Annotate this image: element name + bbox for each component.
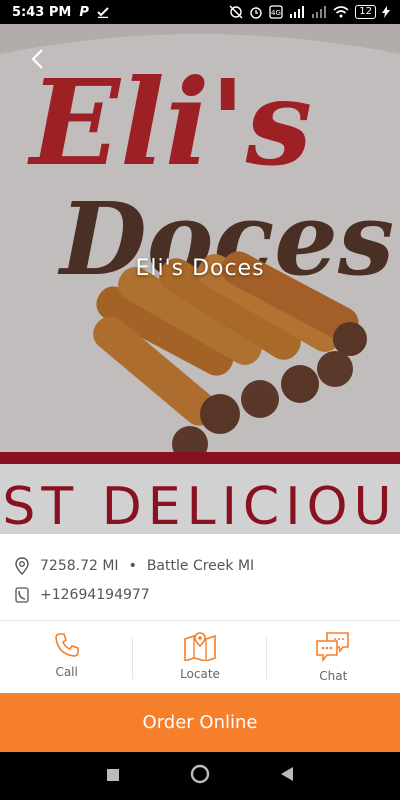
- system-nav-bar: [0, 752, 400, 800]
- checkmark-download-icon: [97, 6, 109, 18]
- phone-number[interactable]: +12694194977: [40, 587, 150, 603]
- distance-text: 7258.72 MI: [40, 558, 119, 574]
- phone-icon: [54, 633, 79, 657]
- call-button[interactable]: Call: [0, 621, 134, 693]
- carrier-icon: P: [79, 4, 89, 20]
- triangle-back-icon: [281, 767, 293, 781]
- order-online-label: Order Online: [142, 712, 258, 733]
- map-icon: [184, 632, 216, 661]
- location-text: Battle Creek MI: [146, 558, 255, 574]
- location-pin-icon: [14, 557, 30, 575]
- signal-icon-2: [311, 6, 327, 18]
- status-time: 5:43 PM: [12, 4, 72, 20]
- status-bar: 5:43 PM P 4G 12: [0, 0, 400, 24]
- separator-dot: •: [128, 558, 137, 574]
- battery-indicator: 12: [355, 5, 376, 19]
- locate-label: Locate: [180, 667, 220, 681]
- mute-icon: [229, 5, 243, 19]
- call-label: Call: [55, 665, 78, 679]
- phone-row[interactable]: +12694194977: [14, 586, 150, 604]
- phone-small-icon: [14, 586, 30, 604]
- signal-icon: [289, 6, 305, 18]
- info-section: 7258.72 MI • Battle Creek MI +1269419497…: [0, 534, 400, 621]
- restaurant-title: Eli's Doces: [135, 256, 265, 281]
- recent-apps-button[interactable]: [106, 767, 120, 786]
- back-button[interactable]: [22, 44, 52, 74]
- order-online-button[interactable]: Order Online: [0, 693, 400, 752]
- home-button[interactable]: [190, 764, 210, 788]
- data-badge-icon: 4G: [269, 5, 283, 19]
- chat-button[interactable]: Chat: [267, 621, 400, 693]
- action-bar: Call Locate Chat: [0, 621, 400, 693]
- back-nav-button[interactable]: [280, 766, 294, 786]
- chevron-left-icon: [31, 49, 43, 69]
- location-row: 7258.72 MI • Battle Creek MI: [14, 557, 254, 575]
- alarm-icon: [249, 5, 263, 19]
- chat-icon: [316, 632, 350, 663]
- svg-text:4G: 4G: [271, 9, 281, 17]
- circle-icon: [190, 764, 210, 784]
- wifi-icon: [333, 6, 349, 18]
- chat-label: Chat: [319, 669, 348, 683]
- charging-icon: [382, 6, 390, 18]
- locate-button[interactable]: Locate: [133, 621, 267, 693]
- square-icon: [107, 768, 119, 781]
